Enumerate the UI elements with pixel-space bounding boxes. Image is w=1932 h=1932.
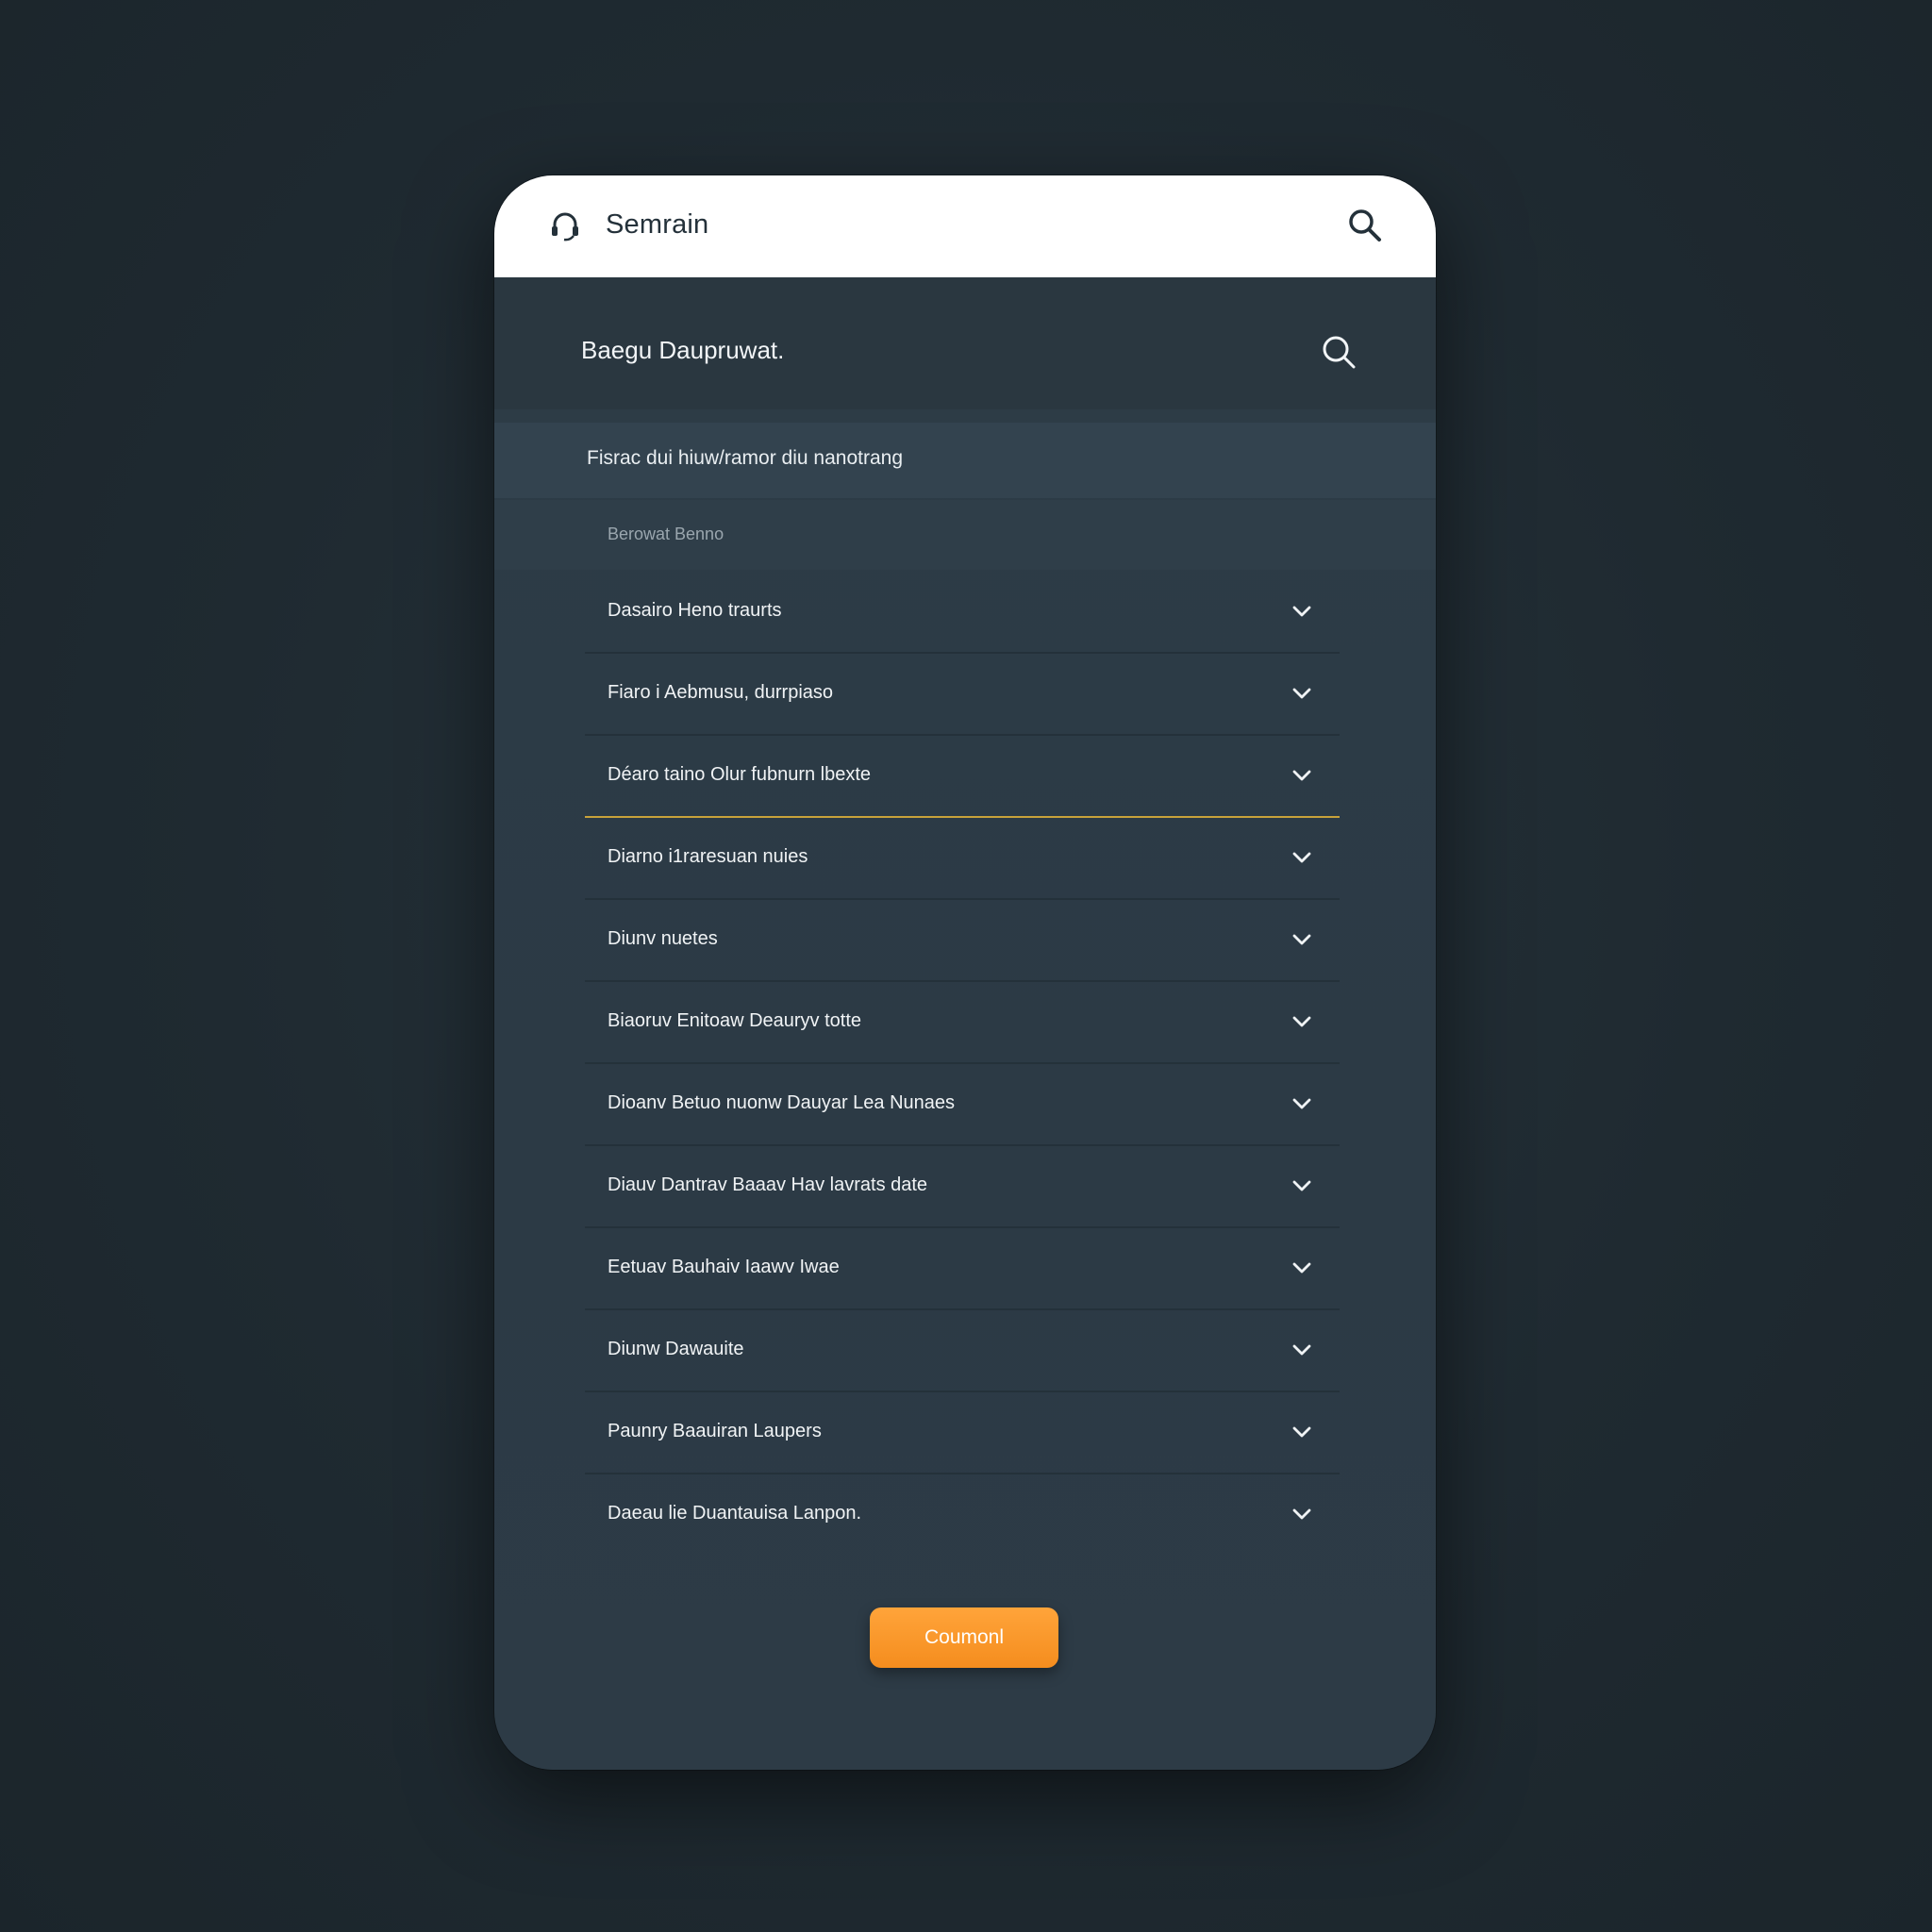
list-item-label: Dasairo Heno traurts	[608, 600, 782, 621]
list-item[interactable]: Diunv nuetes	[585, 900, 1340, 982]
top-app-bar: Semrain	[494, 175, 1436, 277]
filter-field[interactable]: Berowat Benno	[494, 500, 1436, 570]
chevron-down-icon[interactable]	[1291, 764, 1313, 787]
search-icon[interactable]	[1319, 332, 1360, 374]
list-item[interactable]: Diarno i1raresuan nuies	[585, 818, 1340, 900]
mobile-app-frame: Semrain Baegu Daupruwat. Fisrac dui hiuw…	[494, 175, 1436, 1770]
page-title: Baegu Daupruwat.	[581, 336, 785, 364]
chevron-down-icon[interactable]	[1291, 1421, 1313, 1443]
chevron-down-icon[interactable]	[1291, 1174, 1313, 1197]
chevron-down-icon[interactable]	[1291, 600, 1313, 623]
app-title: Semrain	[606, 209, 709, 240]
list-item-label: Biaoruv Enitoaw Deauryv totte	[608, 1010, 862, 1031]
list-item-label: Diunv nuetes	[608, 928, 718, 949]
list-item[interactable]: Daeau lie Duantauisa Lanpon.	[585, 1474, 1340, 1555]
list-item[interactable]: Dioanv Betuo nuonw Dauyar Lea Nunaes	[585, 1064, 1340, 1146]
list-item[interactable]: Déaro taino Olur fubnurn lbexte	[585, 736, 1340, 818]
list-item[interactable]: Diunw Dawauite	[585, 1310, 1340, 1392]
list-item-label: Diarno i1raresuan nuies	[608, 846, 808, 867]
section-subheader: Fisrac dui hiuw/ramor diu nanotrang	[494, 423, 1436, 498]
filter-placeholder: Berowat Benno	[608, 525, 724, 543]
list-item-label: Eetuav Bauhaiv Iaawv Iwae	[608, 1257, 840, 1277]
list-item[interactable]: Fiaro i Aebmusu, durrpiaso	[585, 654, 1340, 736]
primary-action-button[interactable]: Coumonl	[870, 1607, 1058, 1668]
list-item-label: Daeau lie Duantauisa Lanpon.	[608, 1503, 862, 1524]
list-item-label: Paunry Baauiran Laupers	[608, 1421, 822, 1441]
page-header: Baegu Daupruwat.	[494, 277, 1436, 409]
chevron-down-icon[interactable]	[1291, 682, 1313, 705]
list-item-label: Dioanv Betuo nuonw Dauyar Lea Nunaes	[608, 1092, 956, 1113]
search-icon[interactable]	[1343, 204, 1387, 247]
list-item[interactable]: Biaoruv Enitoaw Deauryv totte	[585, 982, 1340, 1064]
chevron-down-icon[interactable]	[1291, 1010, 1313, 1033]
list-item[interactable]: Diauv Dantrav Baaav Hav lavrats date	[585, 1146, 1340, 1228]
chevron-down-icon[interactable]	[1291, 1339, 1313, 1361]
chevron-down-icon[interactable]	[1291, 1503, 1313, 1525]
accordion-list: Dasairo Heno traurts Fiaro i Aebmusu, dur…	[585, 572, 1340, 1555]
list-item-label: Diauv Dantrav Baaav Hav lavrats date	[608, 1174, 928, 1195]
chevron-down-icon[interactable]	[1291, 846, 1313, 869]
list-item[interactable]: Dasairo Heno traurts	[585, 572, 1340, 654]
subheader-text: Fisrac dui hiuw/ramor diu nanotrang	[587, 447, 903, 469]
chevron-down-icon[interactable]	[1291, 928, 1313, 951]
chevron-down-icon[interactable]	[1291, 1092, 1313, 1115]
chevron-down-icon[interactable]	[1291, 1257, 1313, 1279]
list-item-label: Fiaro i Aebmusu, durrpiaso	[608, 682, 834, 703]
list-item[interactable]: Paunry Baauiran Laupers	[585, 1392, 1340, 1474]
list-item-label: Déaro taino Olur fubnurn lbexte	[608, 764, 872, 785]
headset-icon	[552, 212, 578, 242]
list-item-label: Diunw Dawauite	[608, 1339, 744, 1359]
list-item[interactable]: Eetuav Bauhaiv Iaawv Iwae	[585, 1228, 1340, 1310]
